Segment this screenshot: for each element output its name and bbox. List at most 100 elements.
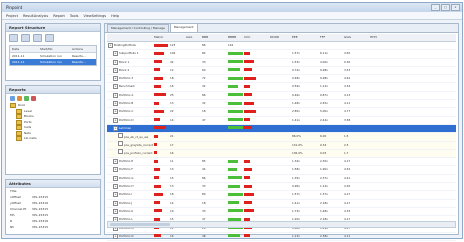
minimize-button[interactable]: _ (431, 4, 440, 11)
column-header[interactable]: Metric (153, 34, 169, 41)
menu-view-settings[interactable]: ViewSettings (83, 14, 106, 18)
column-header[interactable]: AAA (185, 34, 201, 41)
value-cell: 4.52 (344, 167, 351, 172)
table-row[interactable]: + Portfolio I 18 80 1.57x 1.37x 4.17 (107, 191, 456, 200)
table-row[interactable]: + Portfolio C 22 18 2.85x 5.00x 4.77 (107, 108, 456, 117)
refresh-icon[interactable] (10, 96, 15, 101)
table-row[interactable]: + Portfolio K 19 33 1.73x 1.48x 4.33 (107, 208, 456, 217)
table-row[interactable]: + Benchmark 16 32 0.59x 1.14x 4.34 (107, 83, 456, 92)
table-row[interactable]: pos_ab_ct_qu_wq 21 86.0% 6.00 1.5 (107, 132, 456, 142)
scroll-thumb[interactable] (110, 223, 170, 226)
table-row[interactable]: + Portfolio E 11 85 1.34x 2.30x 4.17 (107, 158, 456, 167)
metric-bar (154, 209, 162, 213)
table-row[interactable]: + Portfolio 3 18 72 0.48x 0.98x 4.61 (107, 75, 456, 84)
table-row[interactable]: pos_porfolio_current 16 136.0% 0.03 1.7 (107, 149, 456, 159)
expand-toggle-icon[interactable] (118, 132, 123, 138)
table-row[interactable]: + Portfolio J 14 18 1.41x 2.18x 4.17 (107, 200, 456, 208)
value-cell: 13 (170, 184, 174, 189)
copy-report-icon[interactable] (33, 34, 42, 42)
expand-toggle-icon[interactable]: + (113, 159, 118, 165)
open-report-icon[interactable] (21, 34, 30, 42)
folder-icon[interactable] (17, 96, 22, 101)
table-row[interactable]: + Portfolio N 16 48 1.13x 2.38x 4.11 (107, 233, 456, 242)
expand-toggle-icon[interactable]: + (113, 175, 118, 181)
green-bar (228, 109, 243, 113)
value-cell: 0.30 (344, 59, 351, 64)
expand-toggle-icon[interactable] (118, 149, 123, 155)
value-cell: 4.13 (344, 92, 351, 97)
value-cell: 2.38x (320, 233, 328, 238)
expand-toggle-icon[interactable]: + (113, 51, 118, 57)
table-row[interactable]: + BiddingPortfolio 123 86 142 (107, 42, 456, 51)
delete-report-icon[interactable] (45, 34, 54, 42)
expand-toggle-icon[interactable]: + (113, 117, 118, 123)
column-header[interactable]: EEE (291, 34, 319, 41)
column-header[interactable]: GGG (343, 34, 369, 41)
column-header[interactable] (107, 34, 153, 41)
expand-toggle-icon[interactable]: + (113, 167, 118, 173)
table-row[interactable]: pos_greylots_current 17 131.0% 0.34 2.5 (107, 141, 456, 150)
menu-help[interactable]: Help (111, 14, 119, 18)
value-cell: 4.77 (344, 109, 351, 114)
expand-toggle-icon[interactable]: + (113, 192, 118, 198)
table-row[interactable]: + Lehrman (107, 124, 456, 134)
menu-tools[interactable]: Tools (70, 14, 79, 18)
value-cell (227, 166, 243, 173)
table-row[interactable]: + Portfolio B 13 32 1.48x 2.45x 4.11 (107, 100, 456, 109)
column-header[interactable]: BBB (201, 34, 227, 41)
expand-toggle-icon[interactable]: + (113, 67, 118, 73)
app-window: Pinpoint _ □ x Project ResultAnalysis Re… (1, 2, 463, 242)
expand-toggle-icon[interactable]: + (113, 208, 118, 214)
tab-management-controlling[interactable]: Management / Controlling / Manage (107, 24, 169, 32)
table-row[interactable]: + Portfolio F 13 44 1.58x 1.90x 4.52 (107, 166, 456, 175)
value-cell: 1.57x (292, 51, 300, 56)
expand-toggle-icon[interactable]: + (113, 109, 118, 115)
table-row[interactable]: + Portfolio A 25 86 0.46x 0.87x 4.13 (107, 92, 456, 101)
green-bar (228, 51, 243, 55)
table-row[interactable]: + Block 1 32 33 1.53x 4.00x 0.30 (107, 59, 456, 67)
expand-toggle-icon[interactable]: + (113, 233, 118, 239)
red-bar (244, 93, 252, 97)
menu-project[interactable]: Project (6, 14, 18, 18)
column-header[interactable]: BBBB (227, 34, 243, 41)
menu-result-analysis[interactable]: ResultAnalysis (23, 14, 48, 18)
expand-toggle-icon[interactable]: + (113, 125, 118, 131)
remove-icon[interactable] (31, 96, 36, 101)
expand-toggle-icon[interactable]: + (113, 200, 118, 206)
value-cell: 4.17 (344, 159, 351, 164)
column-header[interactable] (169, 34, 185, 41)
menu-report[interactable]: Report (53, 14, 65, 18)
horizontal-scrollbar[interactable] (107, 221, 456, 228)
expand-toggle-icon[interactable]: + (113, 92, 118, 98)
column-header[interactable]: DDDD (269, 34, 291, 41)
column-header[interactable]: CCC (243, 34, 269, 41)
report-row-selected[interactable]: 2011-11 Simulation run Results... (10, 59, 96, 65)
expand-toggle-icon[interactable]: + (113, 76, 118, 82)
tree-item[interactable]: Lib Cells (6, 136, 100, 142)
expand-toggle-icon[interactable]: + (113, 101, 118, 107)
maximize-button[interactable]: □ (441, 4, 450, 11)
table-row[interactable]: + Portfolio H 13 33 0.96x 1.14x 4.30 (107, 183, 456, 192)
close-button[interactable]: x (451, 4, 460, 11)
tab-management[interactable]: Management (169, 23, 198, 32)
table-row[interactable]: + Subportfolio 1 104 84 1.57x 6.11x 4.50 (107, 50, 456, 59)
expand-toggle-icon[interactable]: + (113, 59, 118, 65)
red-bar (244, 109, 256, 113)
new-report-icon[interactable] (9, 34, 18, 42)
table-row[interactable]: + Portfolio G 15 86 1.35x 2.37x 4.41 (107, 175, 456, 184)
table-row[interactable]: + Block 2 12 60 0.74x 0.98x 3.53 (107, 67, 456, 76)
table-row[interactable]: + Portfolio D 14 47 1.41x 2.44x 3.58 (107, 117, 456, 125)
folder-icon (10, 103, 16, 109)
expand-toggle-icon[interactable]: + (113, 184, 118, 190)
expand-toggle-icon[interactable] (118, 141, 123, 147)
folder-icon (16, 114, 22, 120)
green-bar (228, 118, 243, 122)
expand-toggle-icon[interactable]: + (108, 43, 113, 48)
row-name: Subportfolio 1 (119, 51, 139, 56)
expand-toggle-icon[interactable]: + (113, 84, 118, 90)
value-cell: 60 (202, 67, 206, 72)
column-header[interactable]: HHH (369, 34, 399, 41)
column-header[interactable]: FFF (319, 34, 343, 41)
add-icon[interactable] (24, 96, 29, 101)
metric-bar-cell (153, 133, 169, 140)
